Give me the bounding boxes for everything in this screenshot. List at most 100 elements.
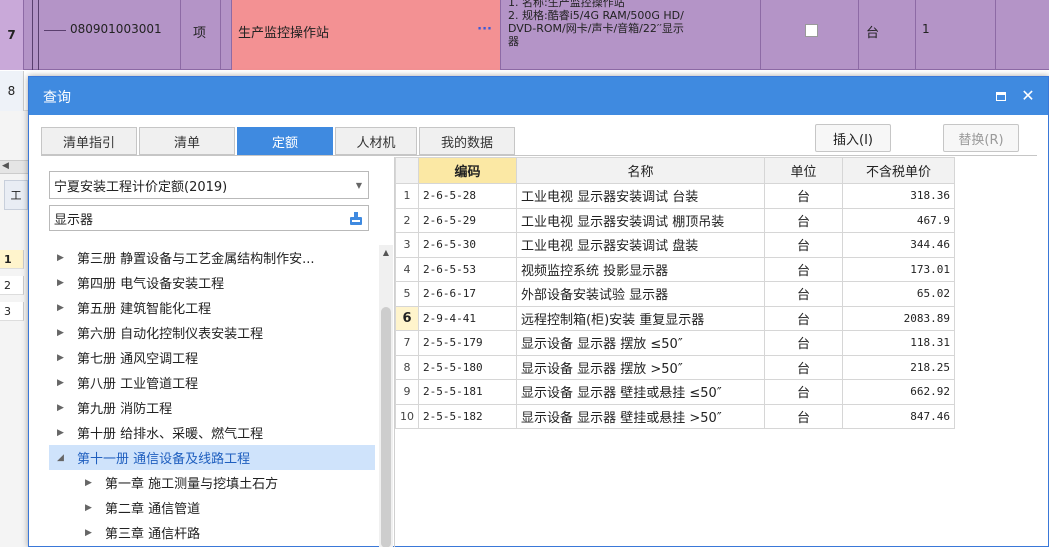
expand-arrow-icon[interactable]: ▶ — [85, 528, 99, 538]
scroll-up-arrow[interactable]: ▲ — [379, 245, 393, 259]
scroll-left-arrow[interactable]: ◀ — [0, 160, 28, 174]
column-separator — [760, 0, 761, 70]
column-separator — [180, 0, 181, 70]
table-row[interactable]: 10 2-5-5-182 显示设备 显示器 壁挂或悬挂 >50″ 台 847.4… — [395, 403, 955, 429]
item-code[interactable]: 080901003001 — [70, 22, 162, 36]
expand-arrow-icon[interactable]: ▶ — [57, 278, 71, 288]
tree-item[interactable]: ▶ 第三册 静置设备与工艺金属结构制作安... — [49, 245, 375, 270]
table-row[interactable]: 5 2-6-6-17 外部设备安装试验 显示器 台 65.02 — [395, 281, 955, 307]
expand-arrow-icon[interactable]: ▶ — [85, 478, 99, 488]
tab-labor-material-machine[interactable]: 人材机 — [335, 127, 417, 155]
item-checkbox[interactable] — [805, 24, 818, 37]
row-number: 9 — [395, 379, 419, 405]
quota-results-table: 编码 名称 单位 不含税单价 1 2-6-5-28 工业电视 显示器安装调试 台… — [395, 157, 955, 429]
tree-item[interactable]: ▶ 第三章 通信杆路 — [49, 520, 375, 545]
item-unit[interactable]: 项 — [193, 22, 206, 41]
search-submit-icon[interactable] — [348, 210, 364, 226]
quota-code: 2-9-4-41 — [418, 305, 517, 331]
item-name-cell[interactable]: 生产监控操作站 ··· — [231, 0, 501, 70]
table-row-highlighted[interactable]: 6 2-9-4-41 远程控制箱(柜)安装 重复显示器 台 2083.89 — [395, 305, 955, 331]
insert-button[interactable]: 插入(I) — [815, 124, 891, 152]
header-price[interactable]: 不含税单价 — [842, 157, 955, 184]
row-number: 5 — [395, 281, 419, 307]
quota-library-select[interactable]: 宁夏安装工程计价定额(2019) ▼ — [49, 171, 369, 199]
tree-item[interactable]: ▶ 第四册 电气设备安装工程 — [49, 270, 375, 295]
tree-line — [44, 30, 66, 31]
column-separator — [995, 0, 996, 70]
item-description[interactable]: 1. 名称:生产监控操作站 2. 规格:酷睿i5/4G RAM/500G HD/… — [508, 0, 758, 48]
quota-name: 工业电视 显示器安装调试 棚顶吊装 — [516, 207, 765, 233]
expand-arrow-icon[interactable]: ▶ — [57, 403, 71, 413]
row-number[interactable]: 8 — [0, 71, 24, 111]
quota-name: 工业电视 显示器安装调试 台装 — [516, 183, 765, 209]
close-icon[interactable]: ✕ — [1018, 85, 1038, 105]
tree-item[interactable]: ▶ 第九册 消防工程 — [49, 395, 375, 420]
tree-item[interactable]: ▶ 第十册 给排水、采暖、燃气工程 — [49, 420, 375, 445]
row-number: 1 — [395, 183, 419, 209]
column-separator — [858, 0, 859, 70]
quota-price: 467.9 — [842, 207, 955, 233]
row-number: 3 — [395, 232, 419, 258]
table-row[interactable]: 1 2-6-5-28 工业电视 显示器安装调试 台装 台 318.36 — [395, 183, 955, 209]
table-row[interactable]: 4 2-6-5-53 视频监控系统 投影显示器 台 173.01 — [395, 256, 955, 282]
quota-unit: 台 — [764, 403, 843, 429]
item-unit-2[interactable]: 台 — [866, 22, 879, 41]
maximize-icon[interactable] — [992, 87, 1010, 105]
quota-name: 显示设备 显示器 摆放 >50″ — [516, 354, 765, 380]
quota-unit: 台 — [764, 330, 843, 356]
expand-arrow-icon[interactable]: ▶ — [57, 378, 71, 388]
table-header-row: 编码 名称 单位 不含税单价 — [395, 157, 955, 184]
table-row[interactable]: 2 2-6-5-29 工业电视 显示器安装调试 棚顶吊装 台 467.9 — [395, 207, 955, 233]
table-row[interactable]: 9 2-5-5-181 显示设备 显示器 壁挂或悬挂 ≤50″ 台 662.92 — [395, 379, 955, 405]
row-number[interactable]: 2 — [0, 276, 24, 295]
tree-item[interactable]: ▶ 第一章 施工测量与挖填土石方 — [49, 470, 375, 495]
chevron-down-icon[interactable]: ▼ — [356, 181, 362, 190]
row-number[interactable]: 7 — [0, 0, 24, 70]
column-separator — [220, 0, 221, 70]
tab-list-guide[interactable]: 清单指引 — [41, 127, 137, 155]
expand-arrow-icon[interactable]: ▶ — [85, 503, 99, 513]
expand-arrow-icon[interactable]: ▶ — [57, 428, 71, 438]
table-row[interactable]: 7 2-5-5-179 显示设备 显示器 摆放 ≤50″ 台 118.31 — [395, 330, 955, 356]
tree-scrollbar[interactable]: ▲ — [379, 245, 393, 547]
quota-price: 118.31 — [842, 330, 955, 356]
dialog-title-bar[interactable]: 查询 ✕ — [29, 77, 1048, 115]
search-input[interactable]: 显示器 — [49, 205, 369, 231]
tab-my-data[interactable]: 我的数据 — [419, 127, 515, 155]
expand-arrow-icon[interactable]: ▶ — [57, 328, 71, 338]
row-number[interactable]: 1 — [0, 250, 24, 269]
column-separator — [915, 0, 916, 70]
table-row[interactable]: 8 2-5-5-180 显示设备 显示器 摆放 >50″ 台 218.25 — [395, 354, 955, 380]
expand-arrow-icon[interactable]: ▶ — [57, 303, 71, 313]
background-tab[interactable]: 工 — [4, 180, 28, 210]
tab-quota[interactable]: 定额 — [237, 127, 333, 155]
expand-arrow-icon[interactable]: ▶ — [57, 253, 71, 263]
quota-name: 显示设备 显示器 壁挂或悬挂 ≤50″ — [516, 379, 765, 405]
quota-library-value: 宁夏安装工程计价定额(2019) — [54, 179, 228, 195]
quota-code: 2-6-5-53 — [418, 256, 517, 282]
quota-code: 2-6-5-28 — [418, 183, 517, 209]
expand-arrow-icon[interactable]: ▶ — [57, 353, 71, 363]
collapse-arrow-icon[interactable]: ◢ — [57, 453, 71, 463]
table-row[interactable]: 3 2-6-5-30 工业电视 显示器安装调试 盘装 台 344.46 — [395, 232, 955, 258]
tree-item[interactable]: ▶ 第二章 通信管道 — [49, 495, 375, 520]
tree-item-selected[interactable]: ◢ 第十一册 通信设备及线路工程 — [49, 445, 375, 470]
header-name[interactable]: 名称 — [516, 157, 765, 184]
more-button[interactable]: ··· — [477, 22, 492, 37]
tab-bar: 清单指引 清单 定额 人材机 我的数据 — [41, 127, 517, 155]
quota-name: 工业电视 显示器安装调试 盘装 — [516, 232, 765, 258]
scrollbar-thumb[interactable] — [381, 307, 391, 547]
row-number[interactable]: 3 — [0, 302, 24, 321]
row-number: 4 — [395, 256, 419, 282]
tree-item[interactable]: ▶ 第八册 工业管道工程 — [49, 370, 375, 395]
tree-item[interactable]: ▶ 第六册 自动化控制仪表安装工程 — [49, 320, 375, 345]
quota-code: 2-5-5-182 — [418, 403, 517, 429]
tree-item[interactable]: ▶ 第五册 建筑智能化工程 — [49, 295, 375, 320]
item-quantity[interactable]: 1 — [922, 22, 930, 36]
replace-button[interactable]: 替换(R) — [943, 124, 1019, 152]
quota-unit: 台 — [764, 305, 843, 331]
tree-item[interactable]: ▶ 第七册 通风空调工程 — [49, 345, 375, 370]
header-unit[interactable]: 单位 — [764, 157, 843, 184]
tab-list[interactable]: 清单 — [139, 127, 235, 155]
header-code[interactable]: 编码 — [418, 157, 517, 184]
